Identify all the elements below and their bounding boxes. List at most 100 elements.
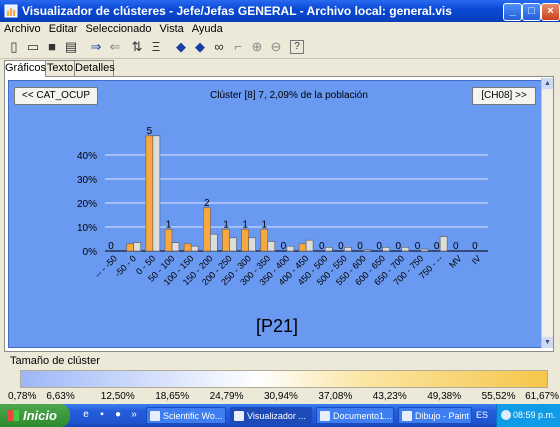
data-label: 0 [108, 241, 114, 252]
menu-archivo[interactable]: Archivo [0, 22, 45, 36]
data-label: 0 [396, 241, 402, 252]
task-label: Visualizador ... [247, 411, 306, 421]
x-tick-label: -50 - 0 [113, 253, 138, 278]
paint-icon [402, 411, 412, 421]
open-icon[interactable]: ▭ [25, 39, 41, 55]
new-icon[interactable]: ▯ [6, 39, 22, 55]
data-label: 0 [338, 241, 344, 252]
print-icon[interactable]: ▤ [63, 39, 79, 55]
close-button[interactable]: × [541, 3, 560, 21]
data-label: 1 [223, 219, 229, 230]
menu-seleccionado[interactable]: Seleccionado [81, 22, 155, 36]
back-icon[interactable]: ◆ [173, 39, 189, 55]
cluster-size-tick: 37,08% [318, 391, 353, 402]
start-button[interactable]: Inicio [0, 404, 70, 427]
data-label: 0 [376, 241, 382, 252]
scroll-up-icon[interactable]: ▲ [542, 78, 553, 89]
help-icon[interactable]: ? [290, 40, 304, 54]
redo-icon[interactable]: ⇒ [88, 39, 104, 55]
start-label: Inicio [23, 408, 57, 423]
menu-ayuda[interactable]: Ayuda [188, 22, 227, 36]
bar-population [420, 248, 429, 252]
bar-cluster [145, 135, 154, 252]
data-label: 0 [319, 241, 325, 252]
data-label: 1 [261, 219, 267, 230]
cluster-size-gradient [20, 370, 548, 388]
firefox-icon[interactable]: ● [112, 409, 124, 421]
bar-population [401, 247, 410, 252]
task-scientific-word[interactable]: Scientific Wo... [146, 407, 226, 424]
cluster-size-tick: 24,79% [209, 391, 244, 402]
minimize-button[interactable]: _ [503, 3, 522, 21]
task-label: Dibujo - Paint [415, 411, 470, 421]
data-label: 0 [472, 241, 478, 252]
language-indicator[interactable]: ES [476, 404, 488, 427]
overflow-chevron-icon[interactable]: » [128, 409, 140, 421]
bar-population [305, 239, 314, 252]
cluster-size-tick: 6,63% [46, 391, 75, 402]
tab-texto[interactable]: Texto [45, 60, 75, 76]
y-tick-label: 20% [77, 199, 97, 210]
bar-cluster [183, 243, 192, 252]
bar-population [133, 242, 142, 252]
zoom-in-icon[interactable]: ⊕ [249, 39, 265, 55]
task-paint[interactable]: Dibujo - Paint [398, 407, 472, 424]
app-icon [150, 411, 160, 421]
taskbar: Inicio e ▪ ● » Scientific Wo... Visualiz… [0, 404, 560, 427]
bar-population [324, 247, 333, 252]
bar-cluster [222, 229, 230, 252]
bar-population [344, 247, 352, 252]
maximize-button[interactable]: □ [522, 3, 541, 21]
clock: 08:59 p.m. [513, 410, 556, 420]
cluster-size-tick: 61,67% [525, 391, 559, 402]
task-label: Scientific Wo... [163, 411, 223, 421]
y-tick-label: 30% [77, 175, 97, 186]
data-label: 0 [281, 241, 287, 252]
bar-population [171, 242, 180, 252]
bar-population [382, 247, 390, 252]
system-tray: 08:59 p.m. [496, 404, 560, 427]
find-icon[interactable]: ∞ [211, 39, 227, 55]
task-documento[interactable]: Documento1... [316, 407, 394, 424]
data-label: 2 [204, 198, 210, 209]
sort-desc-icon[interactable]: Ξ [148, 39, 164, 55]
vertical-scrollbar[interactable]: ▲ ▼ [541, 78, 553, 348]
data-label: 0 [434, 241, 440, 252]
bar-population [248, 237, 256, 252]
bar-cluster [241, 229, 249, 252]
ie-icon[interactable]: e [80, 409, 92, 421]
menu-bar: Archivo Editar Seleccionado Vista Ayuda [0, 22, 560, 36]
x-tick-label: MV [447, 253, 464, 270]
tab-graficos[interactable]: Gráficos [4, 60, 46, 77]
title-bar: Visualizador de clústeres - Jefe/Jefas G… [0, 0, 560, 22]
cluster-size-tick: 30,94% [264, 391, 298, 402]
windows-logo-icon [8, 410, 19, 421]
sort-asc-icon[interactable]: ⇅ [129, 39, 145, 55]
undo-icon[interactable]: ⇐ [107, 39, 123, 55]
window-title: Visualizador de clústeres - Jefe/Jefas G… [22, 4, 452, 18]
task-visualizador[interactable]: Visualizador ... [230, 407, 312, 424]
forward-icon[interactable]: ◆ [192, 39, 208, 55]
data-label: 1 [242, 219, 248, 230]
cluster-size-tick: 18,65% [155, 391, 190, 402]
cluster-size-tick: 55,52% [481, 391, 516, 402]
zoom-out-icon[interactable]: ⊖ [268, 39, 284, 55]
menu-editar[interactable]: Editar [45, 22, 82, 36]
scroll-down-icon[interactable]: ▼ [542, 337, 553, 348]
x-tick-label: IV [470, 253, 483, 266]
tab-detalles[interactable]: Detalles [74, 60, 115, 76]
data-label: 0 [357, 241, 363, 252]
tray-icon[interactable] [501, 410, 511, 420]
toolbar: ▯ ▭ ■ ▤ ⇒ ⇐ ⇅ Ξ ◆ ◆ ∞ ⌐ ⊕ ⊖ ? [0, 36, 560, 59]
select-icon[interactable]: ⌐ [230, 39, 246, 55]
desktop-icon[interactable]: ▪ [96, 409, 108, 421]
bar-population [152, 135, 161, 252]
bar-population [267, 241, 276, 252]
save-icon[interactable]: ■ [44, 39, 60, 55]
cluster-size-tick: 12,50% [100, 391, 135, 402]
data-label: 0 [415, 241, 421, 252]
cluster-size-tick: 49,38% [427, 391, 462, 402]
cluster-size-tick: 0,78% [8, 391, 37, 402]
menu-vista[interactable]: Vista [156, 22, 188, 36]
data-label: 0 [453, 241, 459, 252]
